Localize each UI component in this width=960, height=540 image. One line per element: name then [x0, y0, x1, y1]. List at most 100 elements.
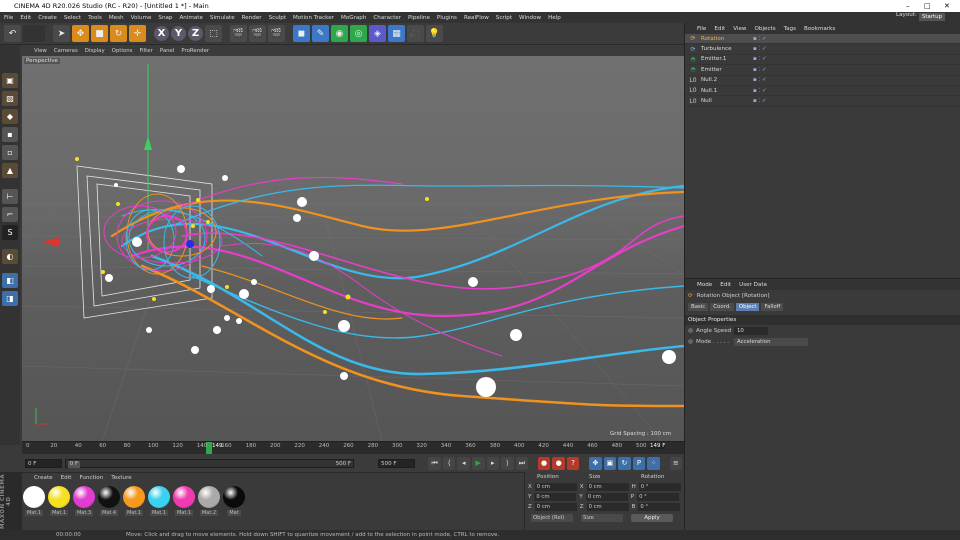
menu-item-pipeline[interactable]: Pipeline	[408, 15, 430, 21]
go-to-end-icon[interactable]: ⏭	[515, 456, 529, 470]
object-menu-file[interactable]: File	[697, 26, 706, 32]
menu-item-plugins[interactable]: Plugins	[437, 15, 457, 21]
material-swatch[interactable]: Mat.1	[147, 486, 171, 516]
select-arrow-icon[interactable]: ➤	[53, 25, 70, 42]
redo-icon[interactable]	[23, 25, 45, 42]
animate-dot-icon[interactable]	[688, 339, 693, 344]
key-position-icon[interactable]: ✥	[589, 456, 602, 470]
object-row[interactable]: ⟳ Turbulence ▪ ⁚ ✓	[685, 44, 960, 55]
lock-workplane-icon[interactable]: ◐	[2, 249, 18, 264]
menu-item-mograph[interactable]: MoGraph	[341, 15, 366, 21]
end-frame-field[interactable]: 500 F	[378, 458, 415, 468]
menu-item-edit[interactable]: Edit	[20, 15, 31, 21]
viewport-menu-display[interactable]: Display	[85, 48, 105, 54]
angle-speed-input[interactable]: 10	[734, 326, 768, 335]
key-pla-icon[interactable]: ⁘	[647, 456, 660, 470]
render-picture-viewer-icon[interactable]: 🎬	[249, 25, 266, 42]
visibility-toggle-icon[interactable]: ▪ ⁚ ✓	[753, 98, 767, 104]
menu-item-character[interactable]: Character	[373, 15, 401, 21]
size-input[interactable]: 0 cm	[586, 483, 629, 491]
object-row[interactable]: L0 Null.2 ▪ ⁚ ✓	[685, 76, 960, 86]
rotate-icon[interactable]: ↻	[110, 25, 127, 42]
menu-item-script[interactable]: Script	[496, 15, 512, 21]
visibility-toggle-icon[interactable]: ▪ ⁚ ✓	[753, 56, 767, 62]
visibility-toggle-icon[interactable]: ▪ ⁚ ✓	[753, 46, 767, 52]
material-swatch[interactable]: Mat.4	[97, 486, 121, 516]
next-frame-icon[interactable]: ▸	[486, 456, 500, 470]
cube-icon[interactable]: ◼	[293, 25, 310, 42]
position-input[interactable]: 0 cm	[534, 483, 577, 491]
play-icon[interactable]: ▶	[471, 456, 485, 470]
menu-item-sculpt[interactable]: Sculpt	[269, 15, 286, 21]
menu-item-render[interactable]: Render	[242, 15, 262, 21]
workplane-icon[interactable]: ◆	[2, 109, 18, 124]
material-menu-function[interactable]: Function	[79, 475, 103, 481]
maximize-button[interactable]: □	[924, 0, 931, 12]
close-button[interactable]: ✕	[944, 0, 950, 12]
scale-icon[interactable]: ■	[91, 25, 108, 42]
solo-icon[interactable]: ◨	[2, 291, 18, 306]
object-row[interactable]: L0 Null ▪ ⁚ ✓	[685, 96, 960, 107]
minimize-button[interactable]: –	[906, 0, 910, 12]
tab-basic[interactable]: Basic	[688, 303, 709, 311]
mode-select[interactable]: Acceleration	[734, 337, 808, 346]
viewport-menu-cameras[interactable]: Cameras	[54, 48, 78, 54]
record-active-icon[interactable]: ●	[537, 456, 551, 470]
object-menu-bookmarks[interactable]: Bookmarks	[804, 26, 835, 32]
keyframe-selection-icon[interactable]: ?	[566, 456, 580, 470]
tab-coord[interactable]: Coord.	[710, 303, 734, 311]
visibility-toggle-icon[interactable]: ▪ ⁚ ✓	[753, 77, 767, 83]
tab-falloff[interactable]: Falloff	[761, 303, 784, 311]
autokey-icon[interactable]: ●	[552, 456, 565, 470]
undo-icon[interactable]: ↶	[4, 25, 21, 42]
object-name[interactable]: Null	[701, 98, 741, 104]
previous-key-icon[interactable]: ⟨	[442, 456, 456, 470]
render-settings-icon[interactable]: 🎬	[268, 25, 285, 42]
menu-item-select[interactable]: Select	[64, 15, 81, 21]
menu-item-animate[interactable]: Animate	[179, 15, 202, 21]
layout-select[interactable]: Startup	[919, 13, 946, 21]
object-menu-view[interactable]: View	[733, 26, 746, 32]
coordinate-system-icon[interactable]: ⬚	[205, 25, 222, 42]
previous-frame-icon[interactable]: ◂	[457, 456, 470, 470]
move-icon[interactable]: ✥	[72, 25, 89, 42]
snap-icon[interactable]: S	[2, 225, 18, 240]
material-menu-create[interactable]: Create	[34, 475, 53, 481]
rotation-input[interactable]: 0 °	[637, 493, 680, 501]
viewport-menu-filter[interactable]: Filter	[139, 48, 152, 54]
object-name[interactable]: Rotation	[701, 36, 741, 42]
timeline-ruler[interactable]: 149 149 F 0 20 40 60 80 100 120 140 160 180 200 220…	[22, 441, 684, 455]
pen-icon[interactable]: ✎	[312, 25, 329, 42]
preview-range-slider[interactable]: 0 F 500 F	[64, 458, 355, 468]
visibility-toggle-icon[interactable]: ▪ ⁚ ✓	[753, 88, 767, 94]
edges-mode-icon[interactable]: ▫	[2, 145, 18, 160]
cloner-icon[interactable]: ◎	[350, 25, 367, 42]
menu-item-volume[interactable]: Volume	[131, 15, 152, 21]
z-axis-lock-icon[interactable]: Z	[188, 26, 203, 41]
menu-item-mesh[interactable]: Mesh	[109, 15, 124, 21]
next-key-icon[interactable]: ⟩	[501, 456, 514, 470]
start-frame-field[interactable]: 0 F	[25, 458, 62, 468]
key-scale-icon[interactable]: ▣	[603, 456, 617, 470]
object-name[interactable]: Emitter.1	[701, 56, 741, 62]
size-input[interactable]: 0 cm	[586, 503, 629, 511]
size-input[interactable]: 0 cm	[585, 493, 628, 501]
object-row[interactable]: ◓ Emitter ▪ ⁚ ✓	[685, 65, 960, 76]
x-axis-lock-icon[interactable]: X	[154, 26, 169, 41]
key-rotation-icon[interactable]: ↻	[618, 456, 631, 470]
object-menu-edit[interactable]: Edit	[714, 26, 725, 32]
material-menu-texture[interactable]: Texture	[111, 475, 131, 481]
material-swatch[interactable]: Mat.1	[22, 486, 46, 516]
subdivision-icon[interactable]: ◉	[331, 25, 348, 42]
visibility-toggle-icon[interactable]: ▪ ⁚ ✓	[753, 36, 767, 42]
floor-icon[interactable]: ▦	[388, 25, 405, 42]
animate-dot-icon[interactable]	[688, 328, 693, 333]
object-row[interactable]: L0 Null.1 ▪ ⁚ ✓	[685, 86, 960, 97]
object-name[interactable]: Turbulence	[701, 46, 741, 52]
recent-tool-icon[interactable]: ✛	[129, 25, 146, 42]
material-swatch[interactable]: Mat.1	[47, 486, 71, 516]
light-icon[interactable]: 💡	[426, 25, 443, 42]
coordinate-mode-select[interactable]: Object (Rel)	[531, 514, 573, 522]
attribute-menu-user-data[interactable]: User Data	[739, 282, 767, 288]
menu-item-motion-tracker[interactable]: Motion Tracker	[293, 15, 334, 21]
